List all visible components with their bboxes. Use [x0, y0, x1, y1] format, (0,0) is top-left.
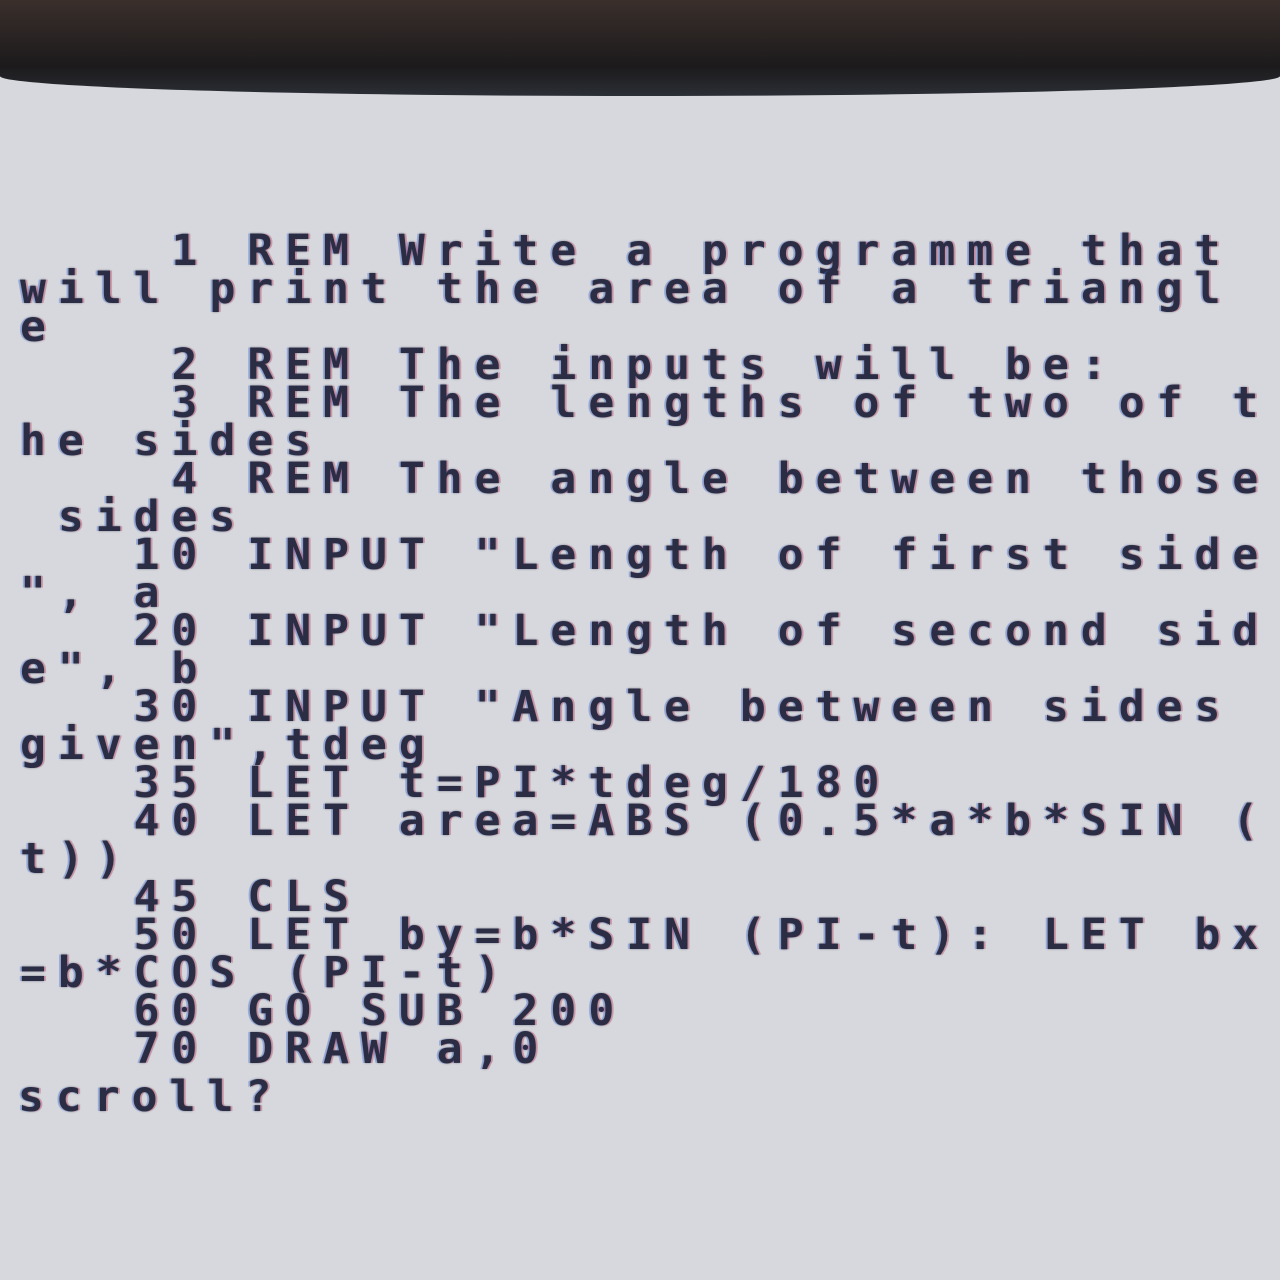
monitor-bezel — [0, 0, 1280, 96]
listing-line-10: 10 INPUT "Length of first side — [20, 530, 1271, 580]
listing-line-40: 40 LET area=ABS (0.5*a*b*SIN ( — [20, 796, 1271, 846]
listing-line-70: 70 DRAW a,0 — [20, 1024, 551, 1074]
listing-line-1-wrap: will print the area of a triangl — [20, 264, 1233, 314]
scroll-prompt[interactable]: scroll? — [18, 1076, 283, 1119]
basic-program-listing: 1 REM Write a programme that will print t… — [20, 230, 1271, 1074]
